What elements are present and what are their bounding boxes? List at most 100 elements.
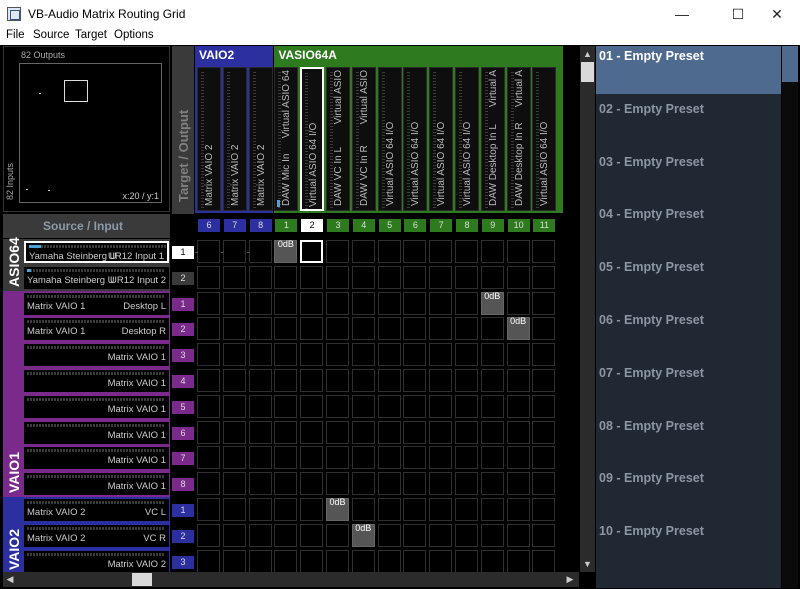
routing-cell[interactable] [300, 317, 324, 341]
input-channel-row[interactable]: Matrix VAIO 2 VC L [24, 499, 169, 521]
routing-cell[interactable] [274, 343, 298, 367]
routing-cell[interactable] [222, 446, 246, 470]
routing-cell[interactable] [506, 343, 530, 367]
output-channel-1[interactable]: Matrix VAIO 2 [197, 67, 221, 211]
routing-cell[interactable] [506, 240, 530, 263]
routing-cell[interactable] [429, 472, 453, 496]
routing-cell[interactable] [429, 394, 453, 418]
routing-cell[interactable] [480, 265, 504, 289]
routing-cell[interactable] [480, 369, 504, 392]
output-number[interactable]: 4 [352, 219, 375, 232]
preset-item[interactable]: 06 - Empty Preset [596, 310, 781, 358]
output-group-vasio64a[interactable]: VASIO64A [274, 46, 564, 66]
routing-cell[interactable] [274, 498, 298, 521]
routing-cell[interactable] [403, 549, 427, 573]
routing-cell[interactable] [403, 369, 427, 392]
routing-cell[interactable] [326, 549, 349, 573]
routing-cell[interactable] [532, 291, 556, 315]
scroll-down-icon[interactable]: ▼ [582, 558, 593, 570]
routing-cell[interactable] [429, 343, 453, 367]
routing-cell[interactable] [222, 523, 246, 547]
input-number[interactable]: 7 [172, 452, 194, 466]
routing-cell-active[interactable]: 0dB [326, 497, 349, 521]
routing-cell[interactable] [403, 265, 427, 289]
preset-item[interactable]: 05 - Empty Preset [596, 257, 781, 305]
routing-cell[interactable] [429, 265, 453, 289]
routing-cell[interactable] [532, 394, 556, 418]
output-channel-2[interactable]: Matrix VAIO 2 [222, 67, 247, 211]
routing-cell[interactable] [274, 472, 298, 496]
input-channel-row[interactable]: Matrix VAIO 2 VC R [24, 524, 169, 547]
output-channel-6[interactable]: DAW VC In L Virtual ASIO [326, 67, 350, 211]
routing-cell[interactable] [532, 369, 556, 392]
menu-file[interactable]: File [6, 29, 25, 41]
routing-cell[interactable] [455, 240, 478, 263]
routing-cell[interactable] [197, 317, 220, 341]
routing-cell[interactable] [377, 369, 401, 392]
routing-cell[interactable] [197, 369, 220, 392]
output-channel-5[interactable]: Virtual ASIO 64 I/O [300, 67, 325, 211]
output-channel-12[interactable]: DAW Desktop In L Virtual A [480, 67, 505, 211]
input-channel-row[interactable]: Matrix VAIO 1 [24, 395, 169, 418]
preset-item[interactable]: 04 - Empty Preset [596, 204, 781, 252]
routing-cell[interactable] [248, 369, 272, 392]
routing-cell[interactable] [377, 394, 401, 418]
output-number[interactable]: 1 [275, 219, 298, 232]
routing-cell[interactable] [532, 498, 556, 521]
routing-cell[interactable] [532, 317, 556, 341]
routing-cell[interactable] [351, 420, 375, 444]
output-number[interactable]: 7 [430, 219, 453, 232]
routing-cell[interactable] [455, 549, 478, 573]
routing-cell[interactable] [403, 472, 427, 496]
routing-cell[interactable] [222, 343, 246, 367]
routing-cell[interactable] [222, 420, 246, 444]
routing-cell[interactable] [300, 369, 324, 392]
routing-cell[interactable] [455, 317, 478, 341]
routing-cell[interactable] [248, 394, 272, 418]
routing-cell[interactable] [532, 549, 556, 573]
output-number[interactable]: 3 [327, 219, 349, 232]
routing-cell[interactable] [403, 240, 427, 263]
routing-cell[interactable] [403, 446, 427, 470]
routing-cell[interactable] [455, 369, 478, 392]
routing-cell[interactable] [455, 523, 478, 547]
input-number[interactable]: 1 [172, 504, 194, 517]
routing-cell[interactable] [326, 523, 349, 547]
output-channel-11[interactable]: Virtual ASIO 64 I/O [455, 67, 479, 211]
routing-cell[interactable] [197, 498, 220, 521]
output-number[interactable]: 8 [249, 219, 272, 232]
routing-cell[interactable] [326, 394, 349, 418]
horizontal-scroll-thumb[interactable] [132, 573, 152, 586]
input-channel-row[interactable]: Matrix VAIO 1 [24, 473, 169, 496]
routing-cell[interactable] [455, 498, 478, 521]
scroll-up-icon[interactable]: ▲ [582, 48, 593, 60]
routing-cell[interactable] [429, 549, 453, 573]
input-number[interactable]: 2 [172, 323, 194, 337]
routing-cell[interactable] [532, 446, 556, 470]
routing-cell[interactable] [480, 549, 504, 573]
routing-cell[interactable] [326, 472, 349, 496]
routing-cell[interactable] [506, 498, 530, 521]
input-number[interactable]: 4 [172, 375, 194, 388]
vertical-scrollbar[interactable]: ▲ ▼ [580, 46, 595, 572]
routing-cell[interactable] [506, 523, 530, 547]
routing-cell[interactable] [351, 317, 375, 341]
output-channel-7[interactable]: DAW VC In R Virtual ASIO [351, 67, 376, 211]
preset-item[interactable]: 08 - Empty Preset [596, 416, 781, 464]
menu-options[interactable]: Options [114, 29, 154, 41]
routing-cell[interactable] [248, 472, 272, 496]
routing-cell[interactable] [222, 394, 246, 418]
preset-scroll-thumb[interactable] [782, 46, 798, 82]
output-channel-14[interactable]: Virtual ASIO 64 I/O [532, 67, 557, 211]
output-group-vaio2[interactable]: VAIO2 [195, 46, 274, 66]
routing-cell[interactable] [248, 446, 272, 470]
routing-cell[interactable] [222, 498, 246, 521]
menu-target[interactable]: Target [75, 29, 107, 41]
routing-cell[interactable] [377, 240, 401, 263]
routing-cell[interactable] [222, 265, 246, 289]
output-number[interactable]: 9 [481, 219, 504, 232]
routing-cell[interactable] [429, 523, 453, 547]
routing-cell[interactable]: - [195, 240, 220, 263]
horizontal-scrollbar[interactable]: ◀ ▶ [3, 572, 579, 587]
routing-cell-active[interactable]: 0dB [480, 291, 504, 315]
